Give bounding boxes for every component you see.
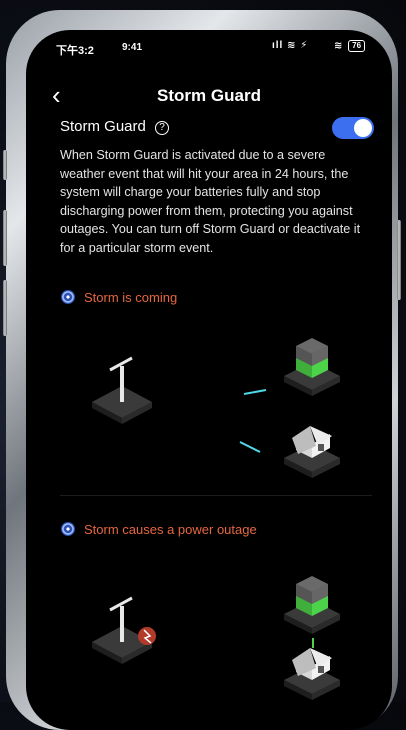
phone-frame: 下午3:2 9:41 ıll ≋ ⚡ ≋ 76 ‹ Storm Guard St… bbox=[3, 10, 401, 730]
status-right: ≋ 76 bbox=[334, 40, 366, 52]
utility-pole-icon bbox=[92, 356, 152, 424]
nav-bar: ‹ Storm Guard bbox=[26, 82, 392, 112]
section-divider bbox=[60, 495, 372, 496]
scene-label-text: Storm is coming bbox=[84, 290, 178, 305]
scene-storm-coming-label: Storm is coming bbox=[60, 289, 177, 305]
wifi-icon: ≋ bbox=[334, 40, 343, 52]
flow-line bbox=[243, 389, 267, 395]
screen: 下午3:2 9:41 ıll ≋ ⚡ ≋ 76 ‹ Storm Guard St… bbox=[26, 30, 392, 730]
storm-guard-label: Storm Guard bbox=[60, 118, 146, 135]
battery-storage-icon bbox=[284, 338, 340, 396]
side-button bbox=[3, 150, 7, 180]
storm-icon bbox=[61, 290, 75, 304]
power-outage-icon bbox=[138, 627, 156, 645]
scene-storm-coming-illustration bbox=[92, 338, 340, 478]
house-icon bbox=[284, 648, 340, 700]
scene-label-text: Storm causes a power outage bbox=[84, 522, 257, 537]
storm-guard-description: When Storm Guard is activated due to a s… bbox=[60, 148, 361, 255]
house-icon bbox=[284, 426, 340, 478]
storm-guard-heading: Storm Guard ? bbox=[60, 118, 170, 135]
toggle-knob bbox=[354, 119, 372, 137]
signal-icons: ıll ≋ ⚡ bbox=[272, 40, 309, 51]
volume-down-button bbox=[3, 280, 7, 336]
storm-icon bbox=[61, 522, 75, 536]
storm-guard-toggle[interactable] bbox=[332, 117, 374, 139]
power-button bbox=[397, 220, 401, 300]
status-bar: 下午3:2 9:41 ıll ≋ ⚡ ≋ 76 bbox=[26, 30, 392, 66]
status-time-label: 下午3:2 bbox=[56, 45, 94, 57]
volume-up-button bbox=[3, 210, 7, 266]
help-icon[interactable]: ? bbox=[155, 121, 170, 135]
status-clock: 9:41 bbox=[122, 42, 143, 53]
flow-line bbox=[239, 441, 261, 453]
page-title: Storm Guard bbox=[157, 86, 261, 105]
scene-power-outage-illustration bbox=[92, 576, 340, 700]
battery-icon: 76 bbox=[348, 40, 366, 52]
battery-storage-icon bbox=[284, 576, 340, 634]
scene-power-outage-label: Storm causes a power outage bbox=[60, 521, 257, 537]
